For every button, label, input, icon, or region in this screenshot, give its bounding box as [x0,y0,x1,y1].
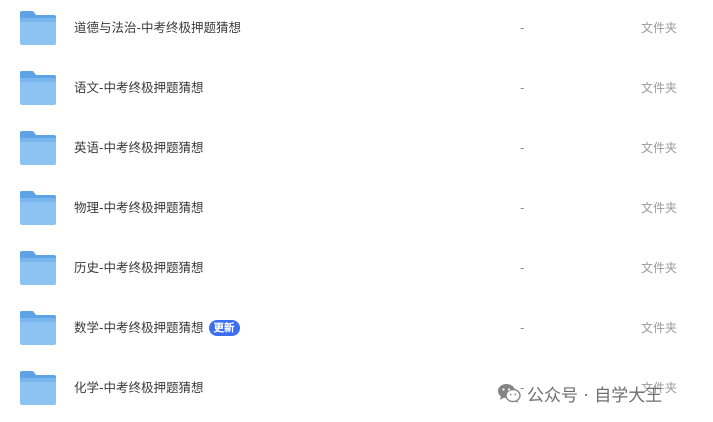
file-name-text: 历史-中考终极押题猜想 [74,260,204,275]
file-name-text: 英语-中考终极押题猜想 [74,140,204,155]
file-name-text: 道德与法治-中考终极押题猜想 [74,20,242,35]
folder-icon [19,370,57,406]
file-type: 文件夹 [641,261,678,275]
file-name-text: 数学-中考终极押题猜想 [74,320,204,335]
file-row-wuli[interactable]: 物理-中考终极押题猜想 - 文件夹 [0,180,713,240]
file-name[interactable]: 数学-中考终极押题猜想 更新 [74,319,240,337]
file-name-text: 化学-中考终极押题猜想 [74,380,204,395]
folder-icon [19,10,57,46]
file-size: - [520,261,525,275]
file-list: 道德与法治-中考终极押题猜想 - 文件夹 语文-中考终极押题猜想 - 文件夹 英… [0,0,713,422]
file-name[interactable]: 道德与法治-中考终极押题猜想 [74,19,241,37]
update-badge: 更新 [208,320,240,336]
file-row-yingyu[interactable]: 英语-中考终极押题猜想 - 文件夹 [0,120,713,180]
file-row-lishi[interactable]: 历史-中考终极押题猜想 - 文件夹 [0,240,713,300]
file-type: 文件夹 [641,141,678,155]
folder-icon [19,250,57,286]
file-size: - [520,21,525,35]
watermark: 公众号 · 自学大王 [497,380,662,406]
file-name-text: 语文-中考终极押题猜想 [74,80,204,95]
file-row-daode[interactable]: 道德与法治-中考终极押题猜想 - 文件夹 [0,0,713,60]
file-type: 文件夹 [641,321,678,335]
file-type: 文件夹 [641,201,678,215]
file-size: - [520,201,525,215]
file-size: - [520,321,525,335]
folder-icon [19,130,57,166]
file-name[interactable]: 语文-中考终极押题猜想 [74,79,204,97]
file-row-yuwen[interactable]: 语文-中考终极押题猜想 - 文件夹 [0,60,713,120]
file-name[interactable]: 英语-中考终极押题猜想 [74,139,204,157]
file-name-text: 物理-中考终极押题猜想 [74,200,204,215]
file-name[interactable]: 物理-中考终极押题猜想 [74,199,204,217]
file-name[interactable]: 历史-中考终极押题猜想 [74,259,204,277]
file-row-shuxue[interactable]: 数学-中考终极押题猜想 更新 - 文件夹 [0,300,713,360]
folder-icon [19,310,57,346]
file-type: 文件夹 [641,21,678,35]
file-size: - [520,141,525,155]
file-size: - [520,81,525,95]
watermark-text: 公众号 · 自学大王 [527,385,663,406]
file-type: 文件夹 [641,81,678,95]
folder-icon [19,70,57,106]
wechat-logo-icon [497,382,521,404]
folder-icon [19,190,57,226]
file-name[interactable]: 化学-中考终极押题猜想 [74,379,204,397]
